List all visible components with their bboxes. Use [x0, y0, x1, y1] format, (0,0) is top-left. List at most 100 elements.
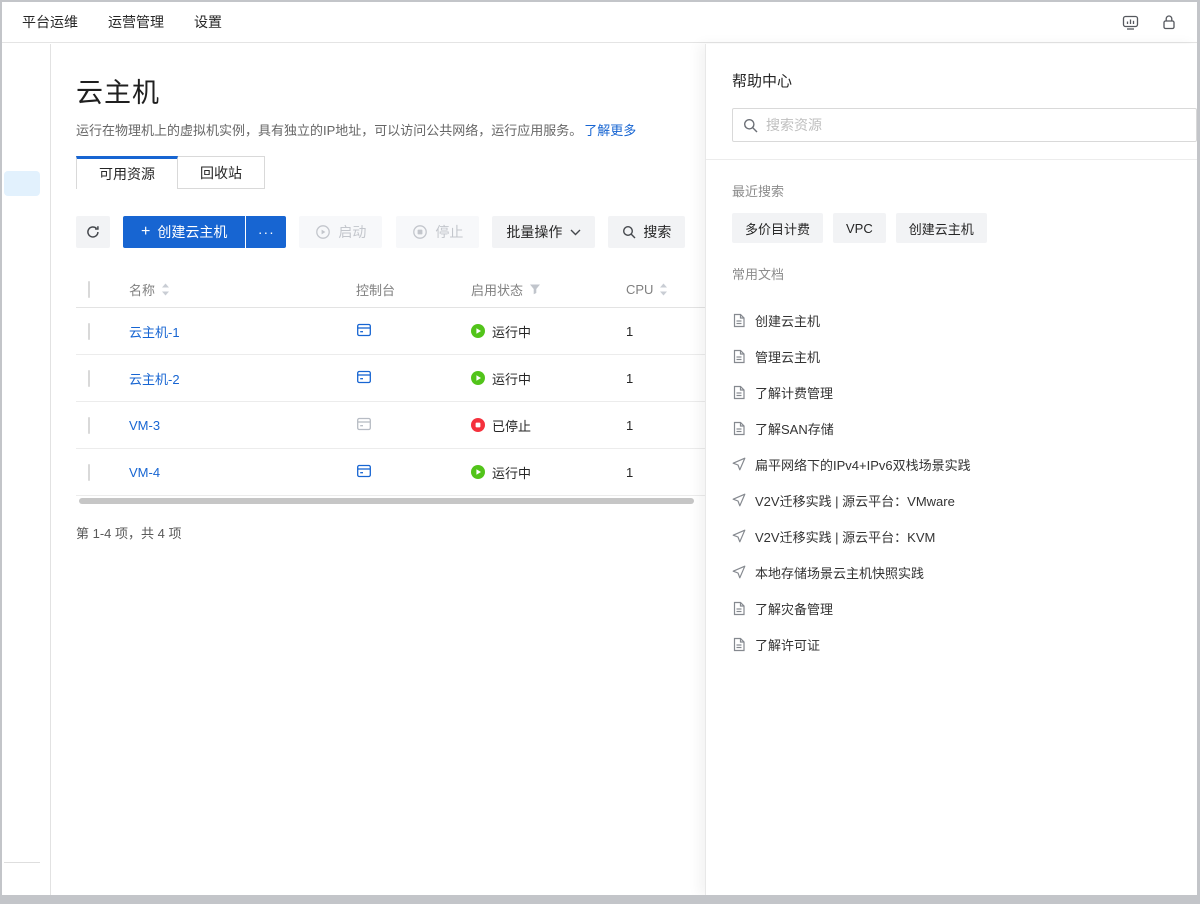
row-checkbox[interactable]: [88, 464, 90, 481]
console-icon[interactable]: [356, 369, 372, 385]
doc-link[interactable]: V2V迁移实践 | 源云平台：VMware: [732, 482, 1197, 518]
column-header-status[interactable]: 启用状态: [471, 280, 626, 299]
ellipsis-icon: ···: [258, 224, 275, 240]
learn-more-link[interactable]: 了解更多: [584, 123, 636, 138]
play-circle-icon: [315, 224, 331, 240]
doc-link[interactable]: V2V迁移实践 | 源云平台：KVM: [732, 518, 1197, 554]
sidebar-active-item[interactable]: [4, 171, 40, 196]
send-icon: [732, 457, 746, 471]
search-icon: [622, 225, 636, 239]
cpu-value: 1: [626, 324, 706, 339]
help-divider: [706, 159, 1197, 160]
help-search-box[interactable]: [732, 108, 1197, 142]
stop-button[interactable]: 停止: [396, 216, 479, 248]
vm-name-link[interactable]: VM-4: [129, 465, 160, 480]
doc-link-label: 了解灾备管理: [755, 599, 833, 618]
more-actions-button[interactable]: ···: [246, 216, 286, 248]
doc-link[interactable]: 了解灾备管理: [732, 590, 1197, 626]
search-label: 搜索: [643, 222, 671, 242]
doc-link-label: 了解许可证: [755, 635, 820, 654]
batch-actions-button[interactable]: 批量操作: [492, 216, 595, 248]
status-icon: [471, 465, 485, 479]
cpu-value: 1: [626, 371, 706, 386]
column-console-label: 控制台: [356, 280, 395, 299]
refresh-button[interactable]: [76, 216, 110, 248]
help-center-panel: 帮助中心 最近搜索 多价目计费 VPC 创建云主机 常用文档 创建云主机: [705, 44, 1197, 895]
top-nav: 平台运维 运营管理 设置: [22, 12, 222, 32]
column-status-label: 启用状态: [471, 280, 523, 299]
status-cell: 已停止: [471, 416, 626, 435]
doc-link-label: 本地存储场景云主机快照实践: [755, 563, 924, 582]
document-icon: [732, 313, 746, 328]
dashboard-icon[interactable]: [1122, 14, 1139, 31]
start-button[interactable]: 启动: [299, 216, 382, 248]
nav-settings[interactable]: 设置: [194, 12, 222, 32]
document-icon: [732, 349, 746, 364]
lock-icon[interactable]: [1161, 14, 1177, 31]
topbar-icons: [1122, 14, 1177, 31]
help-center-title: 帮助中心: [732, 70, 1197, 91]
doc-link[interactable]: 管理云主机: [732, 338, 1197, 374]
vm-name-link[interactable]: VM-3: [129, 418, 160, 433]
status-icon: [471, 418, 485, 432]
create-vm-button[interactable]: + 创建云主机: [123, 216, 245, 248]
row-checkbox[interactable]: [88, 417, 90, 434]
select-all-checkbox[interactable]: [88, 281, 90, 298]
console-icon[interactable]: [356, 322, 372, 338]
filter-funnel-icon[interactable]: [529, 283, 541, 295]
console-icon[interactable]: [356, 416, 372, 432]
sort-icon[interactable]: [161, 283, 170, 296]
doc-link-label: 创建云主机: [755, 311, 820, 330]
tab-recycle-bin[interactable]: 回收站: [178, 156, 265, 189]
console-icon[interactable]: [356, 463, 372, 479]
document-icon: [732, 637, 746, 652]
start-label: 启动: [338, 222, 366, 242]
doc-link[interactable]: 了解计费管理: [732, 374, 1197, 410]
doc-link-label: V2V迁移实践 | 源云平台：VMware: [755, 491, 955, 510]
row-checkbox[interactable]: [88, 323, 90, 340]
stop-label: 停止: [435, 222, 463, 242]
recent-tag[interactable]: 多价目计费: [732, 213, 823, 243]
doc-link[interactable]: 本地存储场景云主机快照实践: [732, 554, 1197, 590]
doc-list: 创建云主机 管理云主机 了解计费管理 了解SAN存储 扁平网络下的IPv4+IP…: [732, 302, 1197, 662]
column-header-name[interactable]: 名称: [129, 280, 356, 299]
refresh-icon: [85, 224, 101, 240]
cpu-value: 1: [626, 418, 706, 433]
doc-link[interactable]: 了解SAN存储: [732, 410, 1197, 446]
column-header-cpu[interactable]: CPU: [626, 282, 706, 297]
row-checkbox[interactable]: [88, 370, 90, 387]
status-cell: 运行中: [471, 463, 626, 482]
doc-link[interactable]: 了解许可证: [732, 626, 1197, 662]
column-name-label: 名称: [129, 280, 155, 299]
status-text: 已停止: [492, 416, 531, 435]
nav-platform-ops[interactable]: 平台运维: [22, 12, 78, 32]
sort-icon[interactable]: [659, 283, 668, 296]
tab-available-resources[interactable]: 可用资源: [76, 156, 178, 189]
app-window: 平台运维 运营管理 设置: [2, 2, 1197, 895]
common-docs-label: 常用文档: [732, 264, 1197, 283]
vm-name-link[interactable]: 云主机-2: [129, 372, 180, 387]
help-search-input[interactable]: [766, 117, 1186, 133]
left-sidebar-collapsed[interactable]: [2, 44, 51, 895]
recent-tag[interactable]: VPC: [833, 213, 886, 243]
doc-link-label: V2V迁移实践 | 源云平台：KVM: [755, 527, 935, 546]
status-cell: 运行中: [471, 322, 626, 341]
recent-tag[interactable]: 创建云主机: [896, 213, 987, 243]
document-icon: [732, 421, 746, 436]
cpu-value: 1: [626, 465, 706, 480]
scrollbar-thumb[interactable]: [79, 498, 694, 504]
status-text: 运行中: [492, 463, 531, 482]
nav-operation-mgmt[interactable]: 运营管理: [108, 12, 164, 32]
chevron-down-icon: [570, 229, 581, 236]
batch-actions-label: 批量操作: [506, 222, 562, 242]
create-vm-label: 创建云主机: [157, 222, 227, 242]
vm-name-link[interactable]: 云主机-1: [129, 325, 180, 340]
column-header-console: 控制台: [356, 280, 471, 299]
doc-link[interactable]: 扁平网络下的IPv4+IPv6双栈场景实践: [732, 446, 1197, 482]
recent-search-label: 最近搜索: [732, 181, 1197, 200]
status-cell: 运行中: [471, 369, 626, 388]
search-button[interactable]: 搜索: [608, 216, 685, 248]
document-icon: [732, 601, 746, 616]
doc-link[interactable]: 创建云主机: [732, 302, 1197, 338]
document-icon: [732, 385, 746, 400]
